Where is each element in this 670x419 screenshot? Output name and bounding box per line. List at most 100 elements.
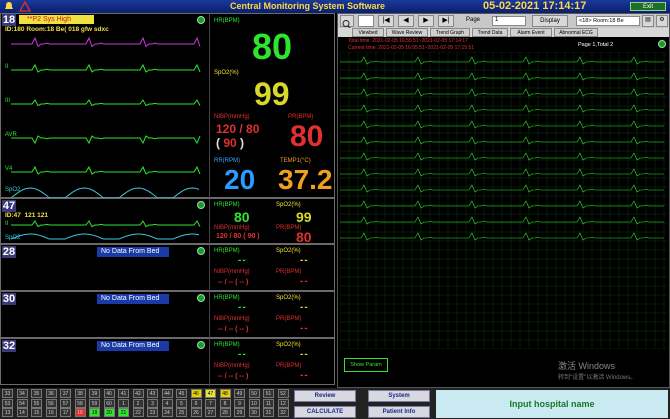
bed-grid-cell[interactable]: 57 bbox=[60, 398, 71, 408]
exit-button[interactable]: Exit bbox=[630, 2, 666, 11]
patient-info-button[interactable]: Patient Info bbox=[368, 406, 430, 418]
bed-menu-icon[interactable] bbox=[197, 201, 205, 209]
bed-grid-cell[interactable]: 12 bbox=[277, 398, 289, 408]
pr-value: 80 bbox=[296, 229, 312, 245]
bed-panel-30[interactable]: 30 No Data From Bed HR(BPM) SpO2(%) -- -… bbox=[0, 291, 335, 339]
bed-grid-cell[interactable]: 10 bbox=[248, 398, 260, 408]
print-button[interactable]: ▤ bbox=[642, 15, 654, 27]
bed-grid-cell[interactable]: 4 bbox=[161, 398, 173, 408]
bed-grid-cell[interactable]: 32 bbox=[277, 408, 289, 418]
bed-grid-cell[interactable]: 33 bbox=[2, 389, 13, 398]
bed-grid-cell[interactable]: 11 bbox=[263, 398, 274, 408]
bed-grid-cell[interactable]: 45 bbox=[176, 389, 187, 398]
bed-grid-cell[interactable]: 44 bbox=[161, 389, 173, 398]
bed-grid-cell[interactable]: 54 bbox=[16, 398, 28, 408]
bed-grid-cell[interactable]: 30 bbox=[248, 408, 260, 418]
bed-grid-cell[interactable]: 34 bbox=[16, 389, 28, 398]
bed-grid-cell[interactable]: 36 bbox=[45, 389, 57, 398]
bed-grid-cell[interactable]: 1 bbox=[118, 398, 129, 408]
last-page-button[interactable]: ▶| bbox=[438, 15, 454, 27]
bed-grid-cell[interactable]: 24 bbox=[161, 408, 173, 418]
bed-grid-cell[interactable]: 7 bbox=[205, 398, 216, 408]
bed-grid-cell[interactable]: 46 bbox=[190, 389, 202, 398]
system-button[interactable]: System bbox=[368, 390, 430, 402]
bed-grid-cell[interactable]: 31 bbox=[263, 408, 274, 418]
bed-grid-cell[interactable]: 27 bbox=[205, 408, 216, 418]
bed-grid-cell[interactable]: 56 bbox=[45, 398, 57, 408]
display-button[interactable]: Display bbox=[532, 15, 568, 27]
spo2-value: 99 bbox=[296, 209, 312, 225]
bed-grid-cell[interactable]: 22 bbox=[132, 408, 144, 418]
bed-grid-cell[interactable]: 42 bbox=[132, 389, 144, 398]
bed-grid-cell[interactable]: 47 bbox=[205, 389, 216, 398]
bed-grid-cell[interactable]: 19 bbox=[89, 408, 100, 418]
tab-wave-review[interactable]: Wave Review bbox=[386, 28, 428, 37]
bed-grid-cell[interactable]: 5 bbox=[176, 398, 187, 408]
bed-grid-cell[interactable]: 53 bbox=[2, 398, 13, 408]
bed-grid-cell[interactable]: 9 bbox=[234, 398, 245, 408]
bed-grid-cell[interactable]: 51 bbox=[263, 389, 274, 398]
bed-grid-cell[interactable]: 8 bbox=[219, 398, 231, 408]
bed-grid-cell[interactable]: 41 bbox=[118, 389, 129, 398]
bed-grid-cell[interactable]: 37 bbox=[60, 389, 71, 398]
bed-grid-cell[interactable]: 49 bbox=[234, 389, 245, 398]
bed-panel-28[interactable]: 28 No Data From Bed HR(BPM) SpO2(%) -- -… bbox=[0, 244, 335, 292]
bed-grid-cell[interactable]: 6 bbox=[190, 398, 202, 408]
bed-grid-cell[interactable]: 35 bbox=[31, 389, 42, 398]
alarm-triangle-icon[interactable] bbox=[19, 1, 31, 12]
first-page-button[interactable]: |◀ bbox=[378, 15, 394, 27]
bed-grid-cell[interactable]: 14 bbox=[16, 408, 28, 418]
bed-grid-cell[interactable]: 17 bbox=[60, 408, 71, 418]
bed-grid-cell[interactable]: 43 bbox=[147, 389, 158, 398]
bed-menu-icon[interactable] bbox=[197, 341, 205, 349]
bed-grid-cell[interactable]: 18 bbox=[74, 408, 86, 418]
tab-trend-graph[interactable]: Trend Graph bbox=[430, 28, 470, 37]
tab-viewbed[interactable]: Viewbed bbox=[352, 28, 384, 37]
settings-button[interactable]: ⚙ bbox=[656, 15, 668, 27]
bell-icon[interactable] bbox=[4, 1, 14, 11]
bed-grid-cell[interactable]: 15 bbox=[31, 408, 42, 418]
bed-grid-cell[interactable]: 2 bbox=[132, 398, 144, 408]
room-select[interactable]: <18> Room:18 Be bbox=[576, 16, 640, 26]
bed-grid-cell[interactable]: 28 bbox=[219, 408, 231, 418]
bed-grid-cell[interactable]: 23 bbox=[147, 408, 158, 418]
bed-menu-icon[interactable] bbox=[197, 247, 205, 255]
calculate-button[interactable]: CALCULATE bbox=[294, 406, 356, 418]
bed-grid-cell[interactable]: 52 bbox=[277, 389, 289, 398]
zoom-button[interactable] bbox=[340, 15, 354, 30]
bed-grid-cell[interactable]: 60 bbox=[103, 398, 115, 408]
bed-grid-cell[interactable]: 16 bbox=[45, 408, 57, 418]
bed-grid-cell[interactable]: 13 bbox=[2, 408, 13, 418]
bed-menu-icon[interactable] bbox=[197, 16, 205, 24]
bed-menu-icon[interactable] bbox=[197, 294, 205, 302]
tab-alarm-event[interactable]: Alarm Event bbox=[510, 28, 552, 37]
bed-grid-cell[interactable]: 48 bbox=[219, 389, 231, 398]
bed-grid-cell[interactable]: 25 bbox=[176, 408, 187, 418]
bed-panel-18[interactable]: 18 **P2 Sys High ID:180 Room:18 Be( 018 … bbox=[0, 13, 335, 199]
waveform-area bbox=[11, 220, 201, 240]
show-param-button[interactable]: Show Param bbox=[344, 358, 388, 372]
tab-trend-data[interactable]: Trend Data bbox=[472, 28, 508, 37]
bed-grid-cell[interactable]: 55 bbox=[31, 398, 42, 408]
blank-button[interactable] bbox=[358, 15, 374, 27]
panel-menu-icon[interactable] bbox=[658, 40, 666, 48]
bed-grid-cell[interactable]: 59 bbox=[89, 398, 100, 408]
prev-page-button[interactable]: ◀ bbox=[398, 15, 414, 27]
review-button[interactable]: Review bbox=[294, 390, 356, 402]
bed-grid-cell[interactable]: 38 bbox=[74, 389, 86, 398]
tab-abnormal-ecg[interactable]: Abnormal ECG bbox=[554, 28, 598, 37]
bed-grid-cell[interactable]: 3 bbox=[147, 398, 158, 408]
next-page-button[interactable]: ▶ bbox=[418, 15, 434, 27]
hospital-name[interactable]: Input hospital name bbox=[436, 390, 668, 418]
bed-grid-cell[interactable]: 26 bbox=[190, 408, 202, 418]
bed-grid-cell[interactable]: 21 bbox=[118, 408, 129, 418]
bed-grid-cell[interactable]: 40 bbox=[103, 389, 115, 398]
bed-panel-32[interactable]: 32 No Data From Bed HR(BPM) SpO2(%) -- -… bbox=[0, 338, 335, 386]
bed-grid-cell[interactable]: 29 bbox=[234, 408, 245, 418]
bed-grid-cell[interactable]: 58 bbox=[74, 398, 86, 408]
page-input[interactable]: 1 bbox=[492, 16, 526, 26]
bed-panel-47[interactable]: 47 ID:47 121 121 II SpO2 HR(BPM) SpO2(%)… bbox=[0, 198, 335, 245]
bed-grid-cell[interactable]: 50 bbox=[248, 389, 260, 398]
bed-grid-cell[interactable]: 39 bbox=[89, 389, 100, 398]
bed-grid-cell[interactable]: 20 bbox=[103, 408, 115, 418]
